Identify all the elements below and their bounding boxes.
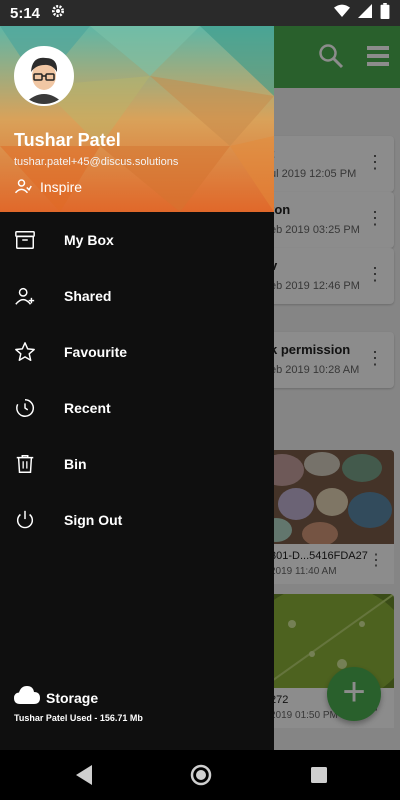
signal-icon: [358, 4, 372, 22]
status-time: 5:14: [10, 4, 41, 22]
menu-item-label: Favourite: [64, 344, 128, 360]
recents-icon[interactable]: [310, 766, 328, 789]
system-nav-bar: [0, 750, 400, 800]
star-icon: [14, 341, 36, 363]
clock-icon: [14, 397, 36, 419]
inspire-link[interactable]: Inspire: [14, 176, 82, 198]
avatar[interactable]: [14, 46, 74, 106]
home-icon[interactable]: [190, 764, 212, 791]
menu-item-label: Shared: [64, 288, 112, 304]
menu-item-sign-out[interactable]: Sign Out: [0, 492, 274, 548]
battery-icon: [380, 3, 390, 23]
menu-item-label: My Box: [64, 232, 114, 248]
storage-used: Tushar Patel Used - 156.71 Mb: [14, 713, 143, 723]
user-email: tushar.patel+45@discus.solutions: [14, 156, 179, 168]
gear-icon: [50, 3, 66, 23]
power-icon: [14, 509, 36, 531]
menu-item-bin[interactable]: Bin: [0, 436, 274, 492]
cloud-icon: [14, 686, 40, 709]
inspire-label: Inspire: [40, 179, 83, 195]
menu-item-my-box[interactable]: My Box: [0, 212, 274, 268]
person-add-icon: [14, 285, 36, 307]
wifi-icon: [334, 4, 350, 22]
menu-item-recent[interactable]: Recent: [0, 380, 274, 436]
status-bar: 5:14: [0, 0, 400, 26]
drawer-header: Tushar Patel tushar.patel+45@discus.solu…: [0, 26, 274, 212]
menu-item-label: Sign Out: [64, 512, 123, 528]
drawer-menu: My Box Shared Favourite Recent Bin Sign …: [0, 212, 274, 548]
back-icon[interactable]: [76, 765, 94, 790]
box-icon: [14, 229, 36, 251]
menu-item-label: Bin: [64, 456, 87, 472]
menu-item-shared[interactable]: Shared: [0, 268, 274, 324]
menu-item-favourite[interactable]: Favourite: [0, 324, 274, 380]
trash-icon: [14, 453, 36, 475]
storage-section: Storage Tushar Patel Used - 156.71 Mb: [14, 686, 264, 723]
person-icon: [14, 177, 32, 198]
storage-title: Storage: [46, 689, 99, 706]
navigation-drawer: Tushar Patel tushar.patel+45@discus.solu…: [0, 26, 274, 750]
user-name: Tushar Patel: [14, 130, 121, 150]
menu-item-label: Recent: [64, 400, 111, 416]
